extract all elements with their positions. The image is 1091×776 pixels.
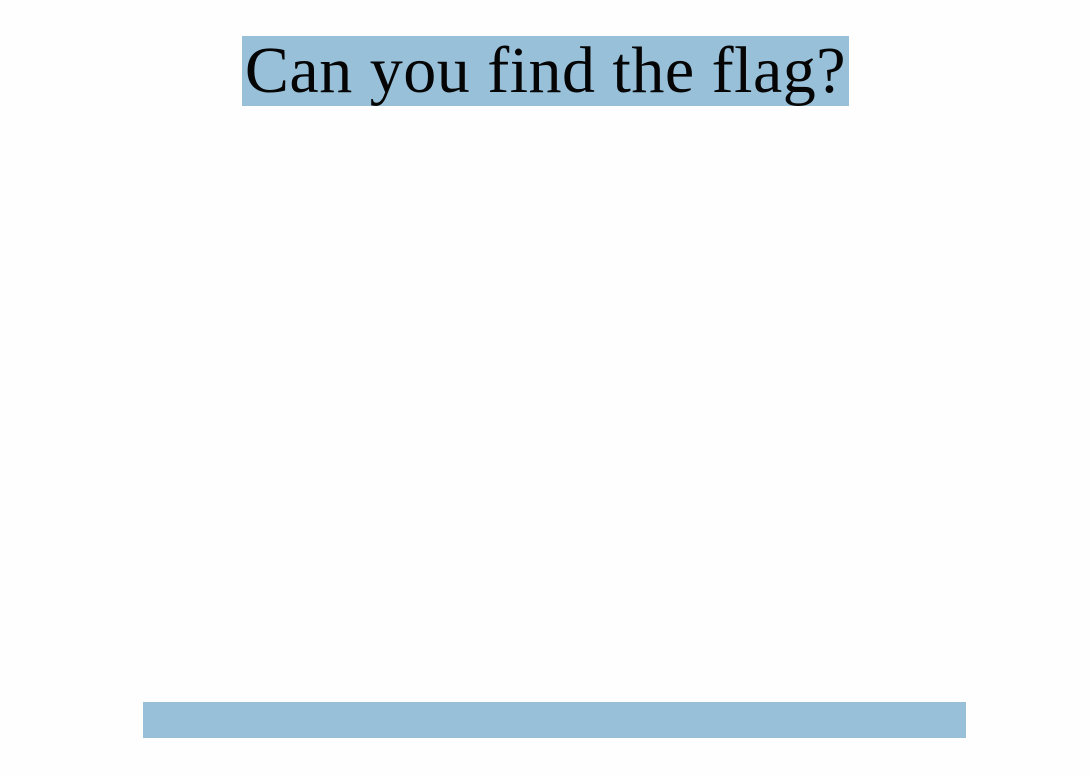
page-title: Can you find the flag?: [241, 36, 850, 106]
document-page: Can you find the flag?: [0, 0, 1091, 776]
highlight-bar: [143, 702, 966, 738]
heading-container: Can you find the flag?: [0, 36, 1091, 106]
